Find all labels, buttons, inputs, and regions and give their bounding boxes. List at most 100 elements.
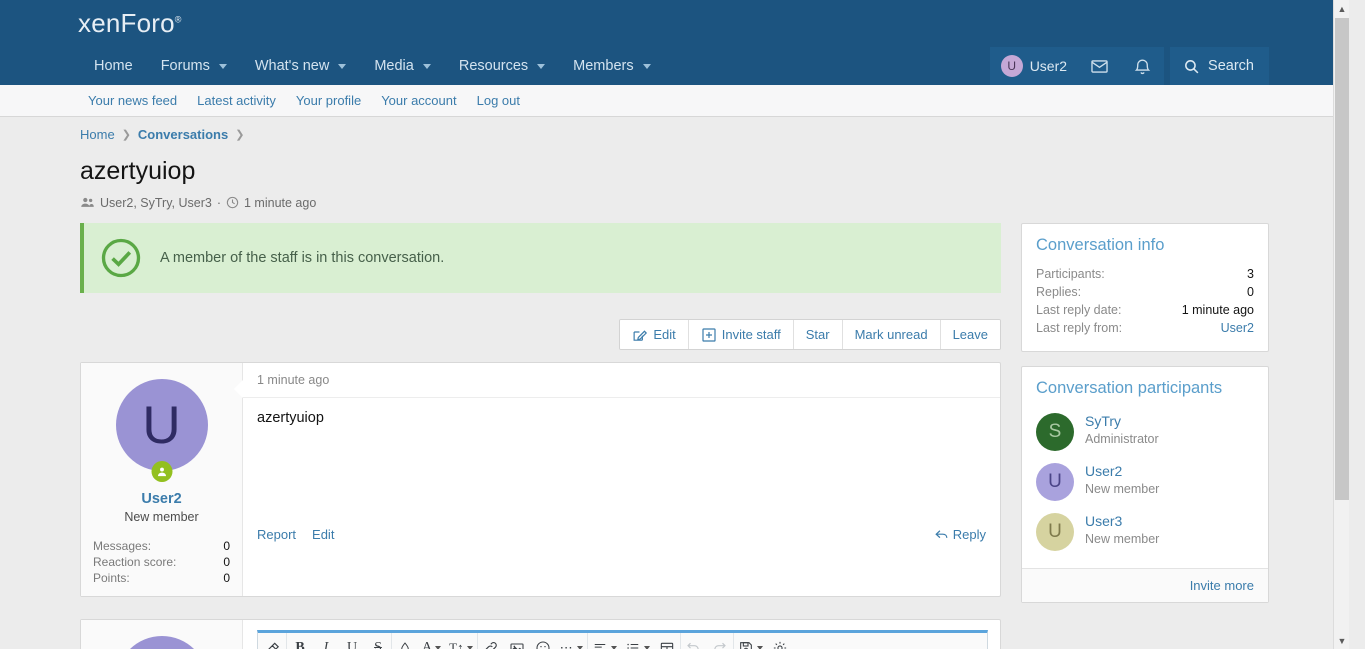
participant-name[interactable]: SyTry (1085, 413, 1159, 431)
subnav-item-log-out[interactable]: Log out (469, 93, 528, 108)
invite-more-link[interactable]: Invite more (1190, 578, 1254, 593)
invite-staff-button[interactable]: Invite staff (688, 320, 794, 349)
subnav-item-latest-activity[interactable]: Latest activity (189, 93, 284, 108)
people-icon (81, 197, 94, 207)
chevron-right-icon: ❯ (235, 128, 245, 141)
insert-smilie-icon[interactable] (530, 633, 556, 649)
nav-item-whats-new[interactable]: What's new (241, 47, 361, 85)
clock-icon (226, 196, 239, 209)
toolbar-group (588, 633, 681, 649)
avatar[interactable]: U (1036, 513, 1074, 551)
search-button[interactable]: Search (1170, 47, 1269, 85)
meta-separator: · (216, 195, 221, 210)
insert-table-icon[interactable] (654, 633, 680, 649)
stat-row: Points: 0 (91, 570, 232, 586)
more-options-icon[interactable]: ⋯ (556, 633, 587, 649)
insert-link-icon[interactable] (478, 633, 504, 649)
conversation-info-card: Conversation info Participants: 3 Replies… (1021, 223, 1269, 352)
info-row: Last reply date: 1 minute ago (1036, 301, 1254, 319)
header-user-area: U User2 Search (989, 47, 1269, 85)
logo-registered-mark: ® (174, 14, 182, 25)
participant-name[interactable]: User2 (1085, 463, 1159, 481)
reply-arrow-icon (935, 530, 948, 539)
participants-card-footer: Invite more (1022, 568, 1268, 602)
draft-icon[interactable] (734, 633, 767, 649)
chevron-down-icon (642, 63, 651, 69)
scrollbar-thumb[interactable] (1335, 18, 1349, 500)
undo-icon[interactable] (681, 633, 707, 649)
page-time: 1 minute ago (244, 195, 317, 210)
nav-label: What's new (254, 58, 330, 74)
button-label: Mark unread (854, 327, 928, 342)
nav-item-resources[interactable]: Resources (445, 47, 559, 85)
toolbar-group: B I U S (287, 633, 392, 649)
report-link[interactable]: Report (257, 527, 296, 542)
message-timestamp[interactable]: 1 minute ago (243, 363, 1000, 398)
subnav-item-your-profile[interactable]: Your profile (288, 93, 369, 108)
plus-square-icon (702, 327, 716, 342)
breadcrumb-item-conversations[interactable]: Conversations (138, 127, 228, 142)
underline-icon[interactable]: U (339, 633, 365, 649)
leave-button[interactable]: Leave (940, 320, 1000, 349)
reply-button[interactable]: Reply (934, 527, 986, 542)
chevron-down-icon[interactable]: ▼ (1334, 632, 1349, 649)
nav-item-members[interactable]: Members (559, 47, 664, 85)
edit-button[interactable]: Edit (620, 320, 689, 349)
page-title: azertyuiop (80, 157, 196, 185)
content-columns: A member of the staff is in this convers… (80, 223, 1269, 649)
editor-toolbar: B I U S A T↕ ⋯ (258, 633, 987, 649)
page-meta: User2, SyTry, User3 · 1 minute ago (80, 195, 1269, 210)
text-align-icon[interactable] (588, 633, 621, 649)
nav-item-forums[interactable]: Forums (147, 47, 241, 85)
list-icon[interactable] (621, 633, 654, 649)
strikethrough-icon[interactable]: S (365, 633, 391, 649)
message-author-panel: U User2 New member Messages:0 Reaction (81, 363, 243, 596)
participant-title: New member (1085, 481, 1160, 496)
avatar[interactable]: U (115, 636, 208, 649)
list-item: U User2 New member (1036, 458, 1254, 508)
subnav-item-your-account[interactable]: Your account (373, 93, 464, 108)
edit-link[interactable]: Edit (312, 527, 334, 542)
avatar[interactable]: U (115, 379, 208, 482)
alerts-button[interactable] (1121, 47, 1165, 85)
message-footer: Report Edit Reply (243, 518, 1000, 553)
envelope-icon (1091, 59, 1108, 73)
bold-icon[interactable]: B (287, 633, 313, 649)
card-title: Conversation participants (1036, 379, 1223, 397)
reply-editor-block: U B (80, 619, 1001, 649)
breadcrumb-item-home[interactable]: Home (80, 127, 115, 142)
nav-item-media[interactable]: Media (360, 47, 445, 85)
mark-unread-button[interactable]: Mark unread (842, 320, 941, 349)
participant-name[interactable]: User3 (1085, 513, 1159, 531)
nav-item-home[interactable]: Home (80, 47, 147, 85)
redo-icon[interactable] (707, 633, 733, 649)
editor-settings-icon[interactable] (767, 633, 793, 649)
chevron-up-icon[interactable]: ▲ (1334, 0, 1349, 17)
nav-label: Resources (458, 58, 529, 74)
user-menu-button[interactable]: U User2 (989, 47, 1079, 85)
remove-formatting-icon[interactable] (260, 633, 286, 649)
site-logo[interactable]: xenForo® (78, 8, 182, 39)
toolbar-group: ⋯ (478, 633, 588, 649)
nav-label: Media (374, 58, 414, 74)
insert-image-icon[interactable] (504, 633, 530, 649)
message-post: U User2 New member Messages:0 Reaction (80, 362, 1001, 597)
font-family-icon[interactable]: A (418, 633, 445, 649)
message-author-title: New member (124, 510, 199, 524)
inbox-button[interactable] (1078, 47, 1122, 85)
subnav-item-news-feed[interactable]: Your news feed (80, 93, 185, 108)
speech-arrow-icon (234, 380, 243, 398)
font-size-icon[interactable]: T↕ (445, 633, 476, 649)
page-scrollbar[interactable]: ▲ ▼ (1333, 0, 1349, 649)
avatar[interactable]: S (1036, 413, 1074, 451)
stat-row: Reaction score: 0 (91, 554, 232, 570)
search-icon (1185, 59, 1199, 73)
sidebar: Conversation info Participants: 3 Replies… (1021, 223, 1269, 603)
message-author-name[interactable]: User2 (91, 491, 232, 507)
message-author-stats: Messages: 0 Reaction score: 0 Points: 0 (91, 538, 232, 586)
avatar[interactable]: U (1036, 463, 1074, 501)
last-reply-from-link[interactable]: User2 (1221, 321, 1254, 335)
text-color-icon[interactable] (392, 633, 418, 649)
italic-icon[interactable]: I (313, 633, 339, 649)
star-button[interactable]: Star (793, 320, 843, 349)
